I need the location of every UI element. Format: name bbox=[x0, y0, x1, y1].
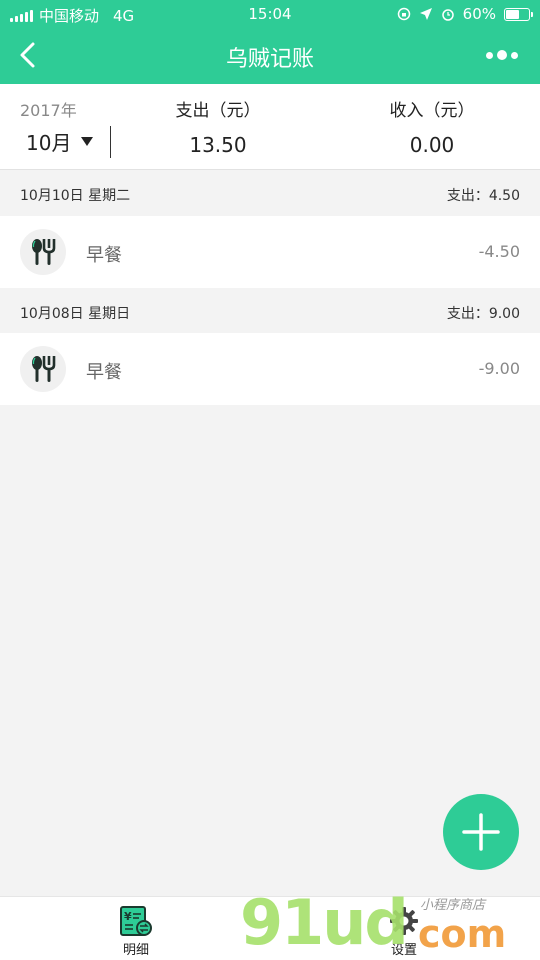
summary-divider bbox=[110, 126, 111, 158]
day-total: 支出：4.50 bbox=[446, 188, 520, 204]
alarm-icon bbox=[441, 9, 454, 21]
plus-icon bbox=[462, 813, 500, 851]
day-header: 10月08日 星期日 支出：9.00 bbox=[0, 288, 540, 334]
svg-text:¥: ¥ bbox=[124, 910, 132, 923]
orientation-lock-icon bbox=[397, 7, 410, 21]
income-value: 0.00 bbox=[409, 133, 455, 157]
record-category: 早餐 bbox=[86, 245, 122, 266]
year-label: 2017年 bbox=[20, 101, 77, 120]
tab-label: 设置 bbox=[390, 943, 417, 958]
tab-bar: ¥ 明细 设置 bbox=[0, 896, 540, 960]
battery-percent: 60% bbox=[462, 5, 496, 23]
navigation-bar: 乌贼记账 bbox=[0, 28, 540, 84]
month-picker[interactable]: 10月 bbox=[26, 127, 94, 156]
caret-down-icon bbox=[81, 137, 94, 146]
status-bar: 中国移动 4G 15:04 60% bbox=[0, 0, 540, 28]
income-label: 收入（元） bbox=[389, 101, 475, 121]
ledger-icon: ¥ bbox=[120, 906, 152, 936]
gear-icon bbox=[390, 907, 418, 935]
expense-label: 支出（元） bbox=[175, 101, 261, 121]
expense-value: 13.50 bbox=[189, 133, 247, 157]
summary-panel: 2017年 10月 支出（元） 13.50 收入（元） 0.00 bbox=[0, 84, 540, 170]
record-category: 早餐 bbox=[86, 362, 122, 383]
income-summary: 收入（元） 0.00 bbox=[342, 96, 522, 157]
record-item[interactable]: 早餐 -4.50 bbox=[0, 216, 540, 288]
day-date: 10月08日 星期日 bbox=[20, 306, 131, 322]
status-right: 60% bbox=[397, 5, 533, 23]
day-total: 支出：9.00 bbox=[446, 306, 520, 322]
battery-icon bbox=[504, 7, 533, 21]
record-amount: -4.50 bbox=[478, 242, 520, 261]
tab-settings[interactable]: 设置 bbox=[354, 905, 454, 958]
page-title: 乌贼记账 bbox=[225, 47, 314, 72]
location-icon bbox=[419, 8, 432, 20]
record-amount: -9.00 bbox=[478, 359, 520, 378]
tab-details[interactable]: ¥ 明细 bbox=[86, 905, 186, 958]
day-header: 10月10日 星期二 支出：4.50 bbox=[0, 170, 540, 216]
utensils-icon bbox=[20, 229, 66, 275]
day-date: 10月10日 星期二 bbox=[20, 188, 131, 204]
add-record-button[interactable] bbox=[443, 794, 519, 870]
month-label: 10月 bbox=[26, 131, 72, 155]
more-dots-icon[interactable] bbox=[484, 45, 520, 65]
record-item[interactable]: 早餐 -9.00 bbox=[0, 333, 540, 405]
tab-label: 明细 bbox=[122, 943, 149, 958]
utensils-icon bbox=[20, 346, 66, 392]
expense-summary: 支出（元） 13.50 bbox=[128, 96, 308, 157]
